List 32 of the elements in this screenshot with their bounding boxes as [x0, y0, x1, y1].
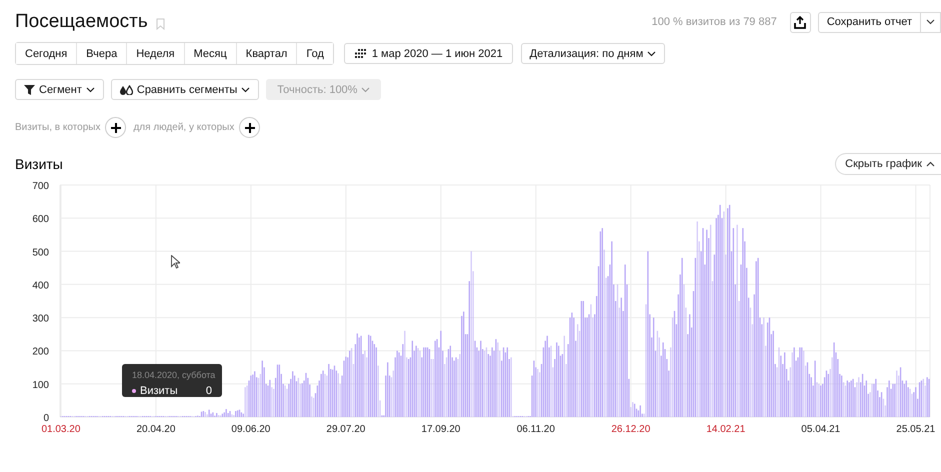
y-axis-label: 500	[32, 247, 49, 258]
y-axis-label: 200	[32, 346, 49, 358]
x-axis-label: 17.09.20	[421, 424, 460, 435]
condition-label: для людей, у которых	[133, 122, 234, 133]
y-axis-label: 600	[32, 214, 49, 226]
y-axis-label: 700	[32, 181, 49, 192]
condition-label: Визиты, в которых	[15, 122, 100, 133]
tooltip-value: 0	[206, 385, 212, 397]
x-axis-label: 26.12.20	[611, 424, 650, 435]
x-axis-label: 29.07.20	[326, 424, 366, 435]
y-axis-label: 0	[43, 413, 49, 424]
x-axis-label: 09.06.20	[231, 424, 270, 435]
x-axis-label: 25.05.21	[896, 424, 936, 435]
chart-title: Визиты	[15, 156, 63, 172]
date-range-button[interactable]: 1 мар 2020 — 1 июн 2021	[344, 43, 513, 64]
detail-dropdown[interactable]: Детализация: по дням	[520, 43, 666, 64]
y-axis-label: 100	[32, 380, 49, 391]
y-axis-label: 300	[32, 314, 49, 325]
sample-note: 100 % визитов из 79 887	[652, 16, 777, 28]
segment-button[interactable]: Сегмент	[15, 79, 104, 100]
y-axis-label: 400	[32, 280, 49, 292]
x-axis-label: 01.03.20	[41, 424, 80, 435]
x-axis-label: 06.11.20	[516, 424, 555, 435]
x-axis-label: 05.04.21	[801, 424, 840, 435]
page-title: Посещаемость	[15, 11, 148, 33]
tooltip-series: Визиты	[140, 385, 179, 397]
save-report-button[interactable]: Сохранить отчет	[818, 12, 921, 32]
x-axis-label: 14.02.21	[706, 424, 746, 435]
hide-chart-button[interactable]: Скрыть график	[835, 153, 941, 175]
compare-button[interactable]: Сравнить сегменты	[110, 79, 260, 100]
period-button[interactable]: Сегодня	[16, 43, 78, 64]
x-axis-label: 20.04.20	[136, 424, 176, 435]
